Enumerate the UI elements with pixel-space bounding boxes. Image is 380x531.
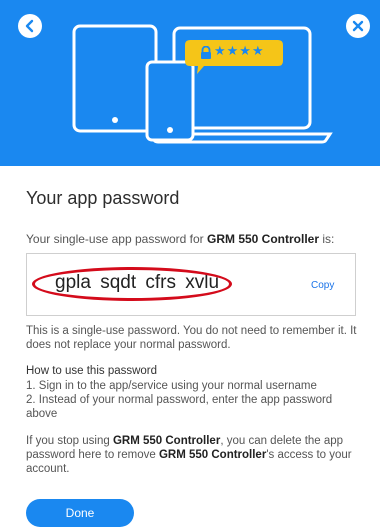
red-highlight-annotation	[32, 267, 232, 301]
lock-icon	[201, 46, 211, 59]
header-illustration: ★★★★	[0, 0, 380, 166]
copy-button[interactable]: Copy	[311, 280, 334, 291]
step-1: 1. Sign in to the app/service using your…	[26, 380, 317, 392]
app-name: GRM 550 Controller	[207, 232, 320, 246]
how-to-heading: How to use this password	[26, 365, 158, 377]
page-title: Your app password	[26, 188, 180, 208]
stop-using-text: If you stop using GRM 550 Controller, yo…	[26, 435, 352, 475]
password-box: gpla sqdt cfrs xvlu Copy	[26, 253, 356, 316]
back-button[interactable]	[18, 14, 42, 38]
done-button[interactable]: Done	[26, 499, 134, 527]
lead-text: Your single-use app password for GRM 550…	[26, 232, 335, 246]
close-icon	[352, 20, 364, 32]
devices-illustration	[72, 24, 333, 144]
single-use-note: This is a single-use password. You do no…	[26, 325, 357, 351]
step-2: 2. Instead of your normal password, ente…	[26, 394, 333, 420]
masked-password-stars: ★★★★	[214, 44, 265, 59]
close-button[interactable]	[346, 14, 370, 38]
how-to-steps: 1. Sign in to the app/service using your…	[26, 379, 338, 421]
chevron-left-icon	[25, 19, 34, 33]
